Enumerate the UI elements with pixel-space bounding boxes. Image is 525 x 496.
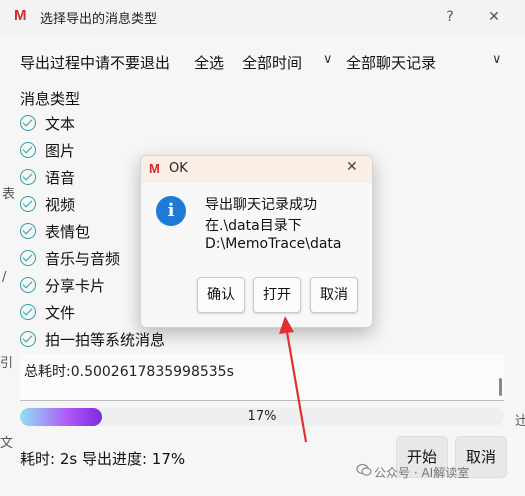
arrow-head [279,316,294,334]
annotation-arrow [279,316,308,443]
arrow-line [285,331,308,443]
